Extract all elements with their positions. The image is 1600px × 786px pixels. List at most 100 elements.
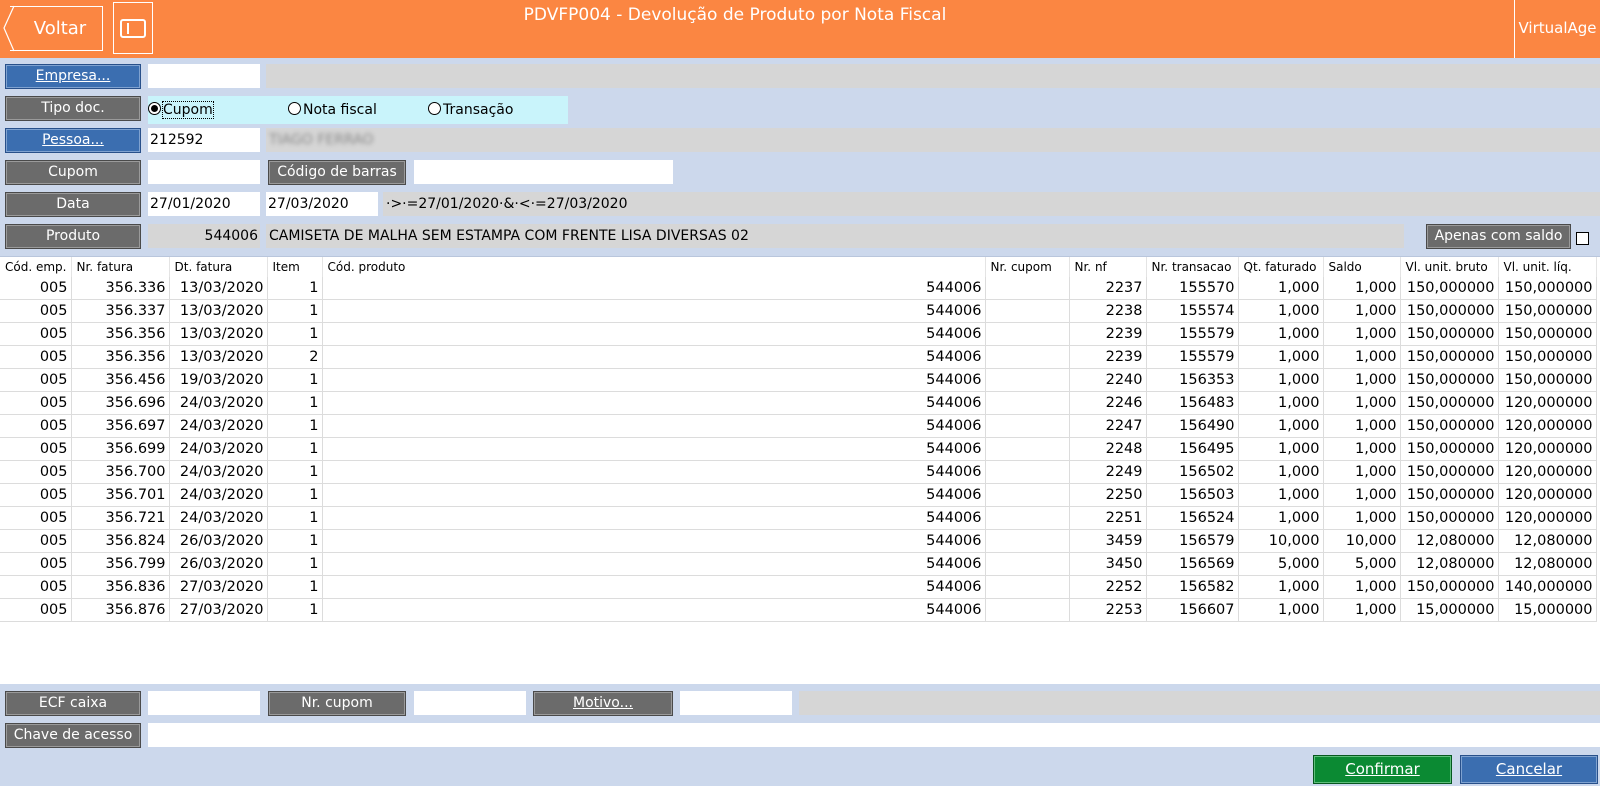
barcode-button[interactable]: Código de barras	[268, 160, 406, 185]
table-cell: 005	[0, 598, 72, 622]
table-cell: 356.337	[71, 299, 170, 323]
table-cell: 544006	[322, 552, 986, 576]
cupom-input[interactable]	[148, 160, 260, 184]
table-cell: 356.336	[71, 277, 170, 300]
table-cell: 150,000000	[1400, 345, 1499, 369]
table-cell	[985, 368, 1070, 392]
table-cell: 1,000	[1238, 368, 1324, 392]
table-cell: 156569	[1146, 552, 1239, 576]
column-header[interactable]: Nr. nf	[1069, 257, 1147, 277]
table-cell: 24/03/2020	[169, 414, 268, 438]
table-cell: 120,000000	[1498, 506, 1597, 530]
table-cell: 24/03/2020	[169, 506, 268, 530]
table-row[interactable]: 005 356.456 19/03/2020 1 544006 2240 156353 1,0…	[0, 368, 1597, 392]
table-cell: 10,000	[1323, 529, 1401, 553]
table-row[interactable]: 005 356.701 24/03/2020 1 544006 2250 156503 1,0…	[0, 483, 1597, 507]
table-cell: 2239	[1069, 345, 1147, 369]
table-row[interactable]: 005 356.696 24/03/2020 1 544006 2246 156483 1,0…	[0, 391, 1597, 415]
table-cell: 544006	[322, 529, 986, 553]
column-header[interactable]: Cód. produto	[322, 257, 986, 277]
table-cell: 150,000000	[1498, 368, 1597, 392]
radio-nota-fiscal[interactable]: Nota fiscal	[288, 96, 377, 124]
chave-acesso-input[interactable]	[148, 723, 1600, 747]
table-row[interactable]: 005 356.824 26/03/2020 1 544006 3459 156579 10,…	[0, 529, 1597, 553]
table-cell: 544006	[322, 368, 986, 392]
table-cell: 156524	[1146, 506, 1239, 530]
table-cell: 120,000000	[1498, 391, 1597, 415]
table-cell: 544006	[322, 437, 986, 461]
empresa-button[interactable]: Empresa...	[5, 64, 141, 89]
column-header[interactable]: Saldo	[1323, 257, 1401, 277]
table-cell: 13/03/2020	[169, 277, 268, 300]
table-cell: 3459	[1069, 529, 1147, 553]
radio-transacao[interactable]: Transação	[428, 96, 513, 124]
table-row[interactable]: 005 356.336 13/03/2020 1 544006 2237 155570 1,0…	[0, 277, 1597, 300]
table-cell: 2252	[1069, 575, 1147, 599]
radio-cupom[interactable]: Cupom	[148, 96, 214, 124]
table-cell	[985, 552, 1070, 576]
table-cell: 1	[267, 460, 323, 484]
date-from-input[interactable]: 27/01/2020	[148, 192, 260, 216]
radio-transacao-label: Transação	[443, 102, 514, 118]
data-label: Data	[5, 192, 141, 217]
pessoa-name-display: TIAGO FERRAO	[266, 128, 1600, 152]
table-cell: 120,000000	[1498, 437, 1597, 461]
empresa-input[interactable]	[148, 64, 260, 88]
column-header[interactable]: Vl. unit. bruto	[1400, 257, 1499, 277]
table-cell: 1,000	[1323, 368, 1401, 392]
table-row[interactable]: 005 356.697 24/03/2020 1 544006 2247 156490 1,0…	[0, 414, 1597, 438]
radio-empty-icon	[428, 101, 441, 115]
table-row[interactable]: 005 356.876 27/03/2020 1 544006 2253 156607 1,0…	[0, 598, 1597, 622]
table-cell: 1,000	[1238, 483, 1324, 507]
motivo-input[interactable]	[680, 691, 792, 715]
column-header[interactable]: Dt. fatura	[169, 257, 268, 277]
brand-button[interactable]: VirtualAge	[1514, 0, 1600, 58]
back-button[interactable]: Voltar	[10, 6, 103, 51]
table-cell: 544006	[322, 598, 986, 622]
confirm-button[interactable]: Confirmar	[1313, 755, 1452, 784]
table-row[interactable]: 005 356.699 24/03/2020 1 544006 2248 156495 1,0…	[0, 437, 1597, 461]
table-cell	[985, 437, 1070, 461]
table-cell: 24/03/2020	[169, 437, 268, 461]
table-cell: 005	[0, 299, 72, 323]
column-header[interactable]: Nr. cupom	[985, 257, 1070, 277]
column-header[interactable]: Item	[267, 257, 323, 277]
apenas-com-saldo-button[interactable]: Apenas com saldo	[1426, 224, 1571, 249]
table-cell: 1,000	[1323, 322, 1401, 346]
table-row[interactable]: 005 356.356 13/03/2020 2 544006 2239 155579 1,0…	[0, 345, 1597, 369]
pessoa-code-input[interactable]: 212592	[148, 128, 260, 152]
table-cell	[985, 460, 1070, 484]
toggle-panel-button[interactable]	[113, 2, 153, 54]
motivo-button[interactable]: Motivo...	[533, 691, 673, 716]
table-cell: 1	[267, 575, 323, 599]
column-header[interactable]: Nr. fatura	[71, 257, 170, 277]
pessoa-button[interactable]: Pessoa...	[5, 128, 141, 153]
date-filter-display: ·>·=27/01/2020·&·<·=27/03/2020	[383, 192, 1600, 216]
table-cell: 150,000000	[1400, 575, 1499, 599]
nr-cupom-input[interactable]	[414, 691, 526, 715]
table-row[interactable]: 005 356.356 13/03/2020 1 544006 2239 155579 1,0…	[0, 322, 1597, 346]
table-row[interactable]: 005 356.836 27/03/2020 1 544006 2252 156582 1,0…	[0, 575, 1597, 599]
date-to-input[interactable]: 27/03/2020	[266, 192, 378, 216]
table-row[interactable]: 005 356.721 24/03/2020 1 544006 2251 156524 1,0…	[0, 506, 1597, 530]
column-header[interactable]: Vl. unit. líq.	[1498, 257, 1597, 277]
table-row[interactable]: 005 356.337 13/03/2020 1 544006 2238 155574 1,0…	[0, 299, 1597, 323]
apenas-com-saldo-checkbox[interactable]	[1576, 232, 1589, 245]
table-cell	[985, 345, 1070, 369]
table-cell: 1,000	[1238, 391, 1324, 415]
table-cell: 24/03/2020	[169, 460, 268, 484]
table-cell: 544006	[322, 575, 986, 599]
table-row[interactable]: 005 356.700 24/03/2020 1 544006 2249 156502 1,0…	[0, 460, 1597, 484]
column-header[interactable]: Cód. emp.	[0, 257, 72, 277]
ecf-caixa-input[interactable]	[148, 691, 260, 715]
barcode-input[interactable]	[414, 160, 673, 184]
cancel-button[interactable]: Cancelar	[1460, 755, 1598, 784]
cupom-label: Cupom	[5, 160, 141, 185]
column-header[interactable]: Nr. transacao	[1146, 257, 1239, 277]
table-cell: 1,000	[1238, 345, 1324, 369]
table-cell: 155574	[1146, 299, 1239, 323]
column-header[interactable]: Qt. faturado	[1238, 257, 1324, 277]
table-row[interactable]: 005 356.799 26/03/2020 1 544006 3450 156569 5,0…	[0, 552, 1597, 576]
table-cell: 2248	[1069, 437, 1147, 461]
table-cell: 1,000	[1323, 414, 1401, 438]
